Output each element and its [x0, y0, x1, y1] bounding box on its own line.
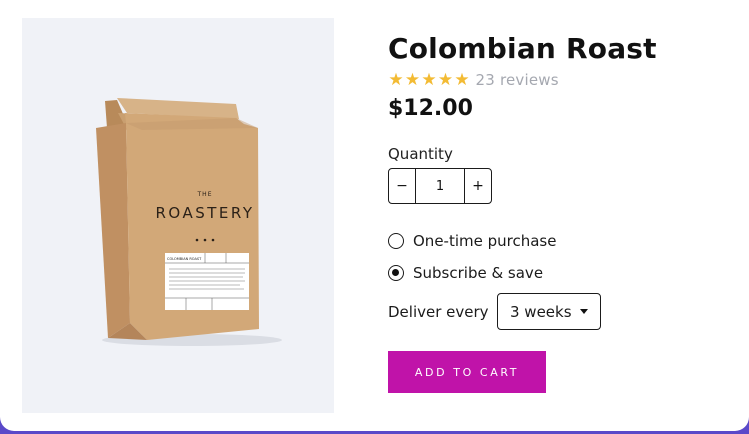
product-image-panel: THE ROASTERY COLOMBIAN ROAST [22, 18, 334, 413]
delivery-frequency-value: 3 weeks [510, 302, 572, 321]
decrease-quantity-button[interactable]: − [389, 169, 416, 203]
add-to-cart-button[interactable]: ADD TO CART [388, 351, 546, 393]
quantity-stepper: − 1 + [388, 168, 492, 204]
star-icon: ★ [388, 70, 404, 90]
review-count: 23 reviews [475, 71, 559, 89]
star-icon: ★ [421, 70, 437, 90]
star-icon: ★ [437, 70, 454, 90]
star-icon: ★ [404, 70, 421, 90]
one-time-purchase-label: One-time purchase [413, 232, 557, 250]
subscribe-save-radio[interactable] [388, 265, 404, 281]
delivery-frequency-select[interactable]: 3 weeks [497, 293, 601, 330]
bag-brand-small: THE [197, 191, 213, 198]
subscribe-save-label: Subscribe & save [413, 264, 544, 282]
product-title: Colombian Roast [388, 32, 657, 65]
subscribe-save-option[interactable]: Subscribe & save [388, 264, 543, 282]
product-price: $12.00 [388, 96, 473, 121]
star-icon: ★ [454, 70, 470, 90]
quantity-label: Quantity [388, 145, 453, 163]
product-page: THE ROASTERY COLOMBIAN ROAST Colombian R… [0, 0, 749, 431]
increase-quantity-button[interactable]: + [464, 169, 491, 203]
bag-brand: ROASTERY [155, 204, 254, 222]
coffee-bag-image: THE ROASTERY COLOMBIAN ROAST [96, 98, 282, 346]
deliver-every-label: Deliver every [388, 303, 489, 321]
quantity-value[interactable]: 1 [416, 169, 464, 203]
one-time-purchase-option[interactable]: One-time purchase [388, 232, 556, 250]
one-time-purchase-radio[interactable] [388, 233, 404, 249]
star-rating: ★ ★ ★ ★ ★ [388, 70, 471, 90]
caret-down-icon [580, 309, 588, 314]
bag-label-name: COLOMBIAN ROAST [167, 257, 202, 261]
rating: ★ ★ ★ ★ ★ 23 reviews [388, 70, 559, 90]
